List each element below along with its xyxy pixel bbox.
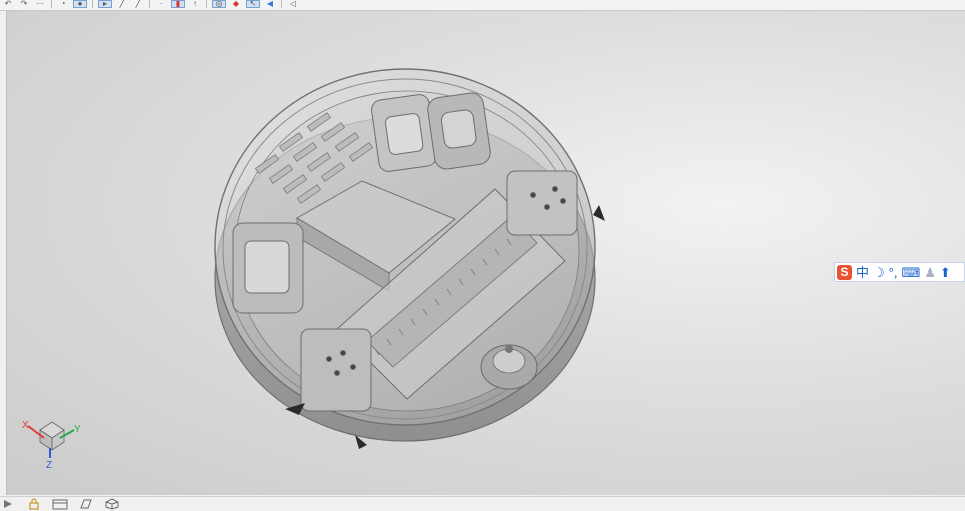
toolbar-separator [92,0,93,8]
marker-triangle [593,205,605,221]
toolbar-separator [206,0,207,8]
toolbar-separator [281,0,282,8]
coordinate-triad: X Y Z [22,420,81,470]
back-icon[interactable]: ◀ [264,0,276,8]
ime-logo-icon[interactable]: S [837,264,852,280]
user-icon[interactable]: ♟ [924,265,936,280]
arrow-icon[interactable]: ◆ [230,0,242,8]
point-icon[interactable]: · [155,0,167,8]
wheel-housing-right [506,170,578,236]
z-axis-label: Z [46,460,52,470]
left-module [232,222,304,314]
keyboard-icon[interactable]: ⌨ [901,265,920,280]
shaded-view-icon[interactable]: ● [73,0,87,8]
undo-icon[interactable]: ↶ [2,0,14,8]
play-icon[interactable] [0,497,16,511]
rotate-icon[interactable]: ↑ [189,0,201,8]
graphics-viewport[interactable] [6,11,965,495]
ime-toolbar[interactable]: S 中 ☽ °, ⌨ ♟ ⬆ [834,262,965,282]
cube-icon[interactable] [104,497,120,511]
top-toolbar: ↶ ↷ ⋯ ◔ ● ▸ ╱ ╱ · ▮ ↑ ◎ ◆ ↖ ◀ ◁ [0,0,965,11]
moon-icon[interactable]: ☽ [873,265,885,280]
sheet-icon[interactable] [52,497,68,511]
select-filter-icon[interactable]: ▸ [98,0,112,8]
view-orient-icon[interactable]: ◔ [57,0,69,8]
sketch-line-icon[interactable]: ╱ [116,0,128,8]
x-axis-label: X [22,420,29,431]
upper-modules [371,92,491,172]
gear-icon[interactable]: ◎ [212,0,226,8]
cursor-icon[interactable]: ↖ [246,0,260,8]
redo-icon[interactable]: ↷ [18,0,30,8]
lock-icon[interactable] [26,497,42,511]
robot-vacuum-model[interactable] [7,11,965,495]
snap-icon[interactable]: ⋯ [34,0,46,8]
back-icon[interactable]: ◁ [287,0,299,8]
toolbar-separator [51,0,52,8]
wheel-housing-left [300,328,372,412]
layer-icon[interactable] [78,497,94,511]
curve-icon[interactable]: ╱ [132,0,144,8]
punctuation-icon[interactable]: °, [889,265,898,280]
arrow-up-icon[interactable]: ⬆ [940,265,951,280]
measure-icon[interactable]: ▮ [171,0,185,8]
ime-mode-toggle[interactable]: 中 [856,265,869,280]
toolbar-separator [149,0,150,8]
caster-wheel [480,344,538,390]
bottom-toolbar [0,496,965,511]
y-axis-label: Y [74,424,81,435]
